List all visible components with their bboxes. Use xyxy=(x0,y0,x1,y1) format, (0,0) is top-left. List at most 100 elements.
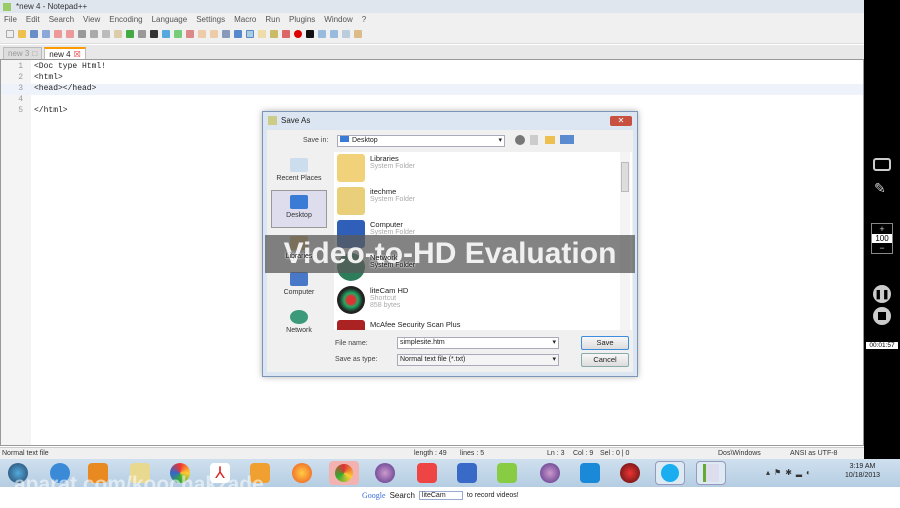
new-folder-icon[interactable] xyxy=(545,136,555,144)
close-all-icon[interactable] xyxy=(66,30,74,38)
copy-icon[interactable] xyxy=(102,30,110,38)
open-icon[interactable] xyxy=(18,30,26,38)
save-all-icon[interactable] xyxy=(42,30,50,38)
menu-view[interactable]: View xyxy=(83,15,100,24)
indent-guide-icon[interactable] xyxy=(246,30,254,38)
place-label: Desktop xyxy=(286,212,312,219)
function-list-icon[interactable] xyxy=(270,30,278,38)
menu-run[interactable]: Run xyxy=(265,15,280,24)
search-box[interactable]: liteCam xyxy=(418,491,463,500)
app-icon[interactable] xyxy=(375,463,395,483)
zoom-in-button[interactable]: + xyxy=(872,224,892,234)
undo-icon[interactable] xyxy=(126,30,134,38)
menu-window[interactable]: Window xyxy=(324,15,352,24)
save-type-dropdown[interactable]: Normal text file (*.txt) ▾ xyxy=(397,354,559,366)
dialog-close-button[interactable]: ✕ xyxy=(610,116,632,126)
file-item[interactable]: McAfee Security Scan Plus xyxy=(337,320,460,330)
firefox-icon[interactable] xyxy=(292,463,312,483)
menu-search[interactable]: Search xyxy=(49,15,74,24)
place-label: Recent Places xyxy=(276,175,322,182)
play-macro-icon[interactable] xyxy=(318,30,326,38)
camera-icon[interactable] xyxy=(873,158,891,171)
replace-icon[interactable] xyxy=(162,30,170,38)
app-icon[interactable] xyxy=(540,463,560,483)
recent-places-icon xyxy=(290,158,308,172)
menu-encoding[interactable]: Encoding xyxy=(109,15,142,24)
place-desktop[interactable]: Desktop xyxy=(271,190,327,228)
pause-button[interactable]: ❚❚ xyxy=(873,285,891,303)
view-menu-icon[interactable] xyxy=(560,135,574,144)
file-size: 858 bytes xyxy=(370,302,401,309)
run-macro-multiple-icon[interactable] xyxy=(330,30,338,38)
close-icon[interactable] xyxy=(54,30,62,38)
file-name: liteCam HD xyxy=(370,286,409,295)
ccleaner-icon[interactable] xyxy=(417,463,437,483)
save-macro-icon[interactable] xyxy=(342,30,350,38)
menu-language[interactable]: Language xyxy=(152,15,188,24)
record-macro-icon[interactable] xyxy=(294,30,302,38)
place-computer[interactable]: Computer xyxy=(271,272,327,296)
clock[interactable]: 3:19 AM 10/18/2013 xyxy=(845,463,880,479)
tab-label: new 4 xyxy=(49,49,71,59)
sync-v-icon[interactable] xyxy=(198,30,206,38)
file-item[interactable]: Libraries System Folder xyxy=(337,154,415,186)
android-icon[interactable] xyxy=(497,463,517,483)
place-network[interactable]: Network xyxy=(271,310,327,334)
line-text: <Doc type Html! xyxy=(34,62,107,71)
back-icon[interactable] xyxy=(515,135,525,145)
menu-file[interactable]: File xyxy=(4,15,17,24)
doc-map-icon[interactable] xyxy=(258,30,266,38)
menu-edit[interactable]: Edit xyxy=(26,15,40,24)
skype-taskbar-button[interactable] xyxy=(655,461,685,485)
downloader-icon[interactable] xyxy=(620,463,640,483)
print-icon[interactable] xyxy=(78,30,86,38)
tab-new-4[interactable]: new 4 ☒ xyxy=(44,47,86,59)
evaluation-watermark: Video-to-HD Evaluation xyxy=(265,235,635,273)
close-tab-icon[interactable]: □ xyxy=(32,49,37,58)
file-name: Libraries xyxy=(370,154,399,163)
paste-icon[interactable] xyxy=(114,30,122,38)
zoom-in-icon[interactable] xyxy=(174,30,182,38)
tab-bar: new 3 □ new 4 ☒ xyxy=(0,45,864,59)
all-chars-icon[interactable] xyxy=(234,30,242,38)
place-label: Libraries xyxy=(285,253,313,260)
menu-settings[interactable]: Settings xyxy=(196,15,225,24)
file-item[interactable]: itechme System Folder xyxy=(337,187,415,219)
new-file-icon[interactable] xyxy=(6,30,14,38)
save-button[interactable]: Save xyxy=(581,336,629,350)
cut-icon[interactable] xyxy=(90,30,98,38)
word-icon[interactable] xyxy=(457,463,477,483)
close-tab-icon[interactable]: ☒ xyxy=(74,50,81,59)
computer-icon xyxy=(290,272,308,286)
stop-button[interactable] xyxy=(873,307,891,325)
menu-plugins[interactable]: Plugins xyxy=(289,15,315,24)
file-type: Shortcut xyxy=(370,295,397,302)
sync-h-icon[interactable] xyxy=(210,30,218,38)
folder-workspace-icon[interactable] xyxy=(282,30,290,38)
brush-icon[interactable]: ✎ xyxy=(874,180,886,197)
line-number: 5 xyxy=(18,106,23,115)
up-folder-icon[interactable] xyxy=(530,135,538,145)
file-item[interactable]: liteCam HD Shortcut 858 bytes xyxy=(337,286,408,318)
editor-line: 4 xyxy=(1,95,863,106)
file-name-input[interactable]: simplesite.htm ▾ xyxy=(397,337,559,349)
wrap-icon[interactable] xyxy=(222,30,230,38)
plugin-icon[interactable] xyxy=(354,30,362,38)
save-in-dropdown[interactable]: Desktop ▾ xyxy=(337,135,505,147)
cancel-button[interactable]: Cancel xyxy=(581,353,629,367)
menu-help[interactable]: ? xyxy=(362,15,366,24)
find-icon[interactable] xyxy=(150,30,158,38)
tab-new-3[interactable]: new 3 □ xyxy=(3,47,43,59)
zoom-out-button[interactable]: − xyxy=(872,243,892,253)
notepadpp-taskbar-button[interactable] xyxy=(696,461,726,485)
save-icon[interactable] xyxy=(30,30,38,38)
place-recent-places[interactable]: Recent Places xyxy=(271,158,327,182)
menu-macro[interactable]: Macro xyxy=(234,15,256,24)
clock-time: 3:19 AM xyxy=(849,463,876,470)
redo-icon[interactable] xyxy=(138,30,146,38)
chrome-taskbar-button[interactable] xyxy=(329,461,359,485)
zoom-out-icon[interactable] xyxy=(186,30,194,38)
system-tray-icons[interactable]: ▴⚑✱▂◐ xyxy=(766,468,815,477)
teamviewer-icon[interactable] xyxy=(580,463,600,483)
stop-macro-icon[interactable] xyxy=(306,30,314,38)
